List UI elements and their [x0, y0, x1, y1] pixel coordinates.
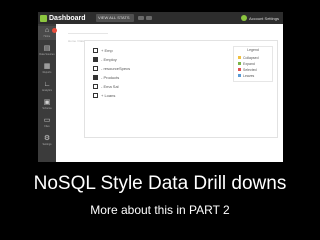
legend-item: Collapsed — [238, 55, 259, 60]
sidebar-item-label: Settings — [42, 143, 52, 146]
top-bar: Dashboard VIEW ALL STATS Account Setting… — [38, 12, 283, 24]
app-title: Dashboard — [49, 14, 86, 22]
grid-icon: ▣ — [43, 99, 51, 106]
sidebar-item-label: Files — [44, 125, 50, 128]
legend-label: Collapsed — [243, 55, 259, 60]
dropdown-control[interactable] — [138, 16, 144, 20]
tree-item[interactable]: - Products — [93, 74, 119, 80]
collapse-checkbox-icon[interactable] — [93, 56, 98, 62]
tree-item-label: - resourceSpecs — [101, 65, 131, 71]
home-icon: ⌂ — [44, 27, 50, 34]
bar-chart-icon: ▦ — [43, 63, 51, 70]
sidebar-item-data-sources[interactable]: ▤ Data Sources — [38, 44, 56, 58]
gear-icon: ⚙ — [43, 135, 51, 142]
tree-item-label: - Employ — [101, 56, 117, 62]
app-screenshot: Dashboard VIEW ALL STATS Account Setting… — [38, 12, 283, 162]
legend-item: Leaves — [238, 73, 254, 78]
legend-title: Legend — [247, 48, 259, 52]
tree-item[interactable]: - Ema Sal — [93, 83, 119, 89]
brand[interactable]: Dashboard — [40, 14, 86, 22]
legend-label: Selected — [243, 67, 257, 72]
legend-swatch-selected — [238, 68, 241, 71]
sidebar-item-label: Home — [43, 35, 51, 38]
tree-item[interactable]: + Emp — [93, 47, 113, 53]
sidebar-item-label: Reports — [42, 71, 52, 74]
sidebar-item-label: Data Sources — [39, 53, 55, 56]
collapse-checkbox-icon[interactable] — [93, 74, 98, 80]
legend-swatch-leaves — [238, 74, 241, 77]
breadcrumb: Home / Data — [68, 29, 108, 43]
user-icon — [240, 15, 247, 21]
drilldown-panel: + Emp - Employ - resourceSpecs - Product… — [84, 40, 278, 138]
sidebar-item-settings[interactable]: ⚙ Settings — [38, 134, 56, 148]
legend-swatch-expand — [238, 62, 241, 65]
sidebar-item-schema[interactable]: ▣ Schema — [38, 98, 56, 112]
tree-item-label: + Loans — [101, 92, 116, 98]
expand-checkbox-icon[interactable] — [93, 47, 98, 53]
tree-item-label: - Products — [101, 74, 120, 80]
legend-item: Selected — [238, 67, 257, 72]
legend-item: Expand — [238, 61, 255, 66]
tree-item-label: - Ema Sal — [101, 83, 119, 89]
folder-icon: ▭ — [43, 117, 51, 124]
sidebar-item-home[interactable]: ⌂ Home — [38, 26, 57, 40]
legend-label: Expand — [243, 61, 255, 66]
breadcrumb-text: Home / Data — [68, 39, 85, 43]
expand-checkbox-icon[interactable] — [93, 92, 98, 98]
tree-item[interactable]: - resourceSpecs — [93, 65, 130, 71]
notification-badge — [52, 28, 57, 33]
sidebar: ⌂ Home ▤ Data Sources ▦ Reports ∟ Analyt… — [38, 24, 57, 162]
tree-item-label: + Emp — [101, 47, 113, 53]
tree-item[interactable]: - Employ — [93, 56, 117, 62]
account-name: Account Settings — [248, 15, 279, 21]
account-menu[interactable]: Account Settings — [240, 14, 279, 22]
sidebar-item-files[interactable]: ▭ Files — [38, 116, 56, 130]
sidebar-item-reports[interactable]: ▦ Reports — [38, 62, 56, 76]
slide-title: NoSQL Style Data Drill downs — [33, 173, 287, 194]
expand-checkbox-icon[interactable] — [93, 65, 98, 71]
sidebar-item-label: Schema — [42, 107, 52, 110]
dashboard-logo-icon — [40, 14, 47, 22]
view-all-stats-tab[interactable]: VIEW ALL STATS — [96, 14, 134, 22]
legend-box: Legend Collapsed Expand Selected Leaves — [233, 46, 273, 82]
slide-subtitle: More about this in PART 2 — [90, 203, 230, 217]
legend-label: Leaves — [243, 73, 255, 78]
tree-item[interactable]: + Loans — [93, 92, 115, 98]
expand-checkbox-icon[interactable] — [93, 83, 98, 89]
sidebar-item-analytics[interactable]: ∟ Analytics — [38, 80, 56, 94]
dropdown-control-secondary[interactable] — [146, 16, 152, 20]
legend-swatch-collapsed — [238, 56, 241, 59]
database-icon: ▤ — [43, 45, 51, 52]
sidebar-item-label: Analytics — [41, 89, 52, 92]
line-chart-icon: ∟ — [43, 81, 51, 88]
